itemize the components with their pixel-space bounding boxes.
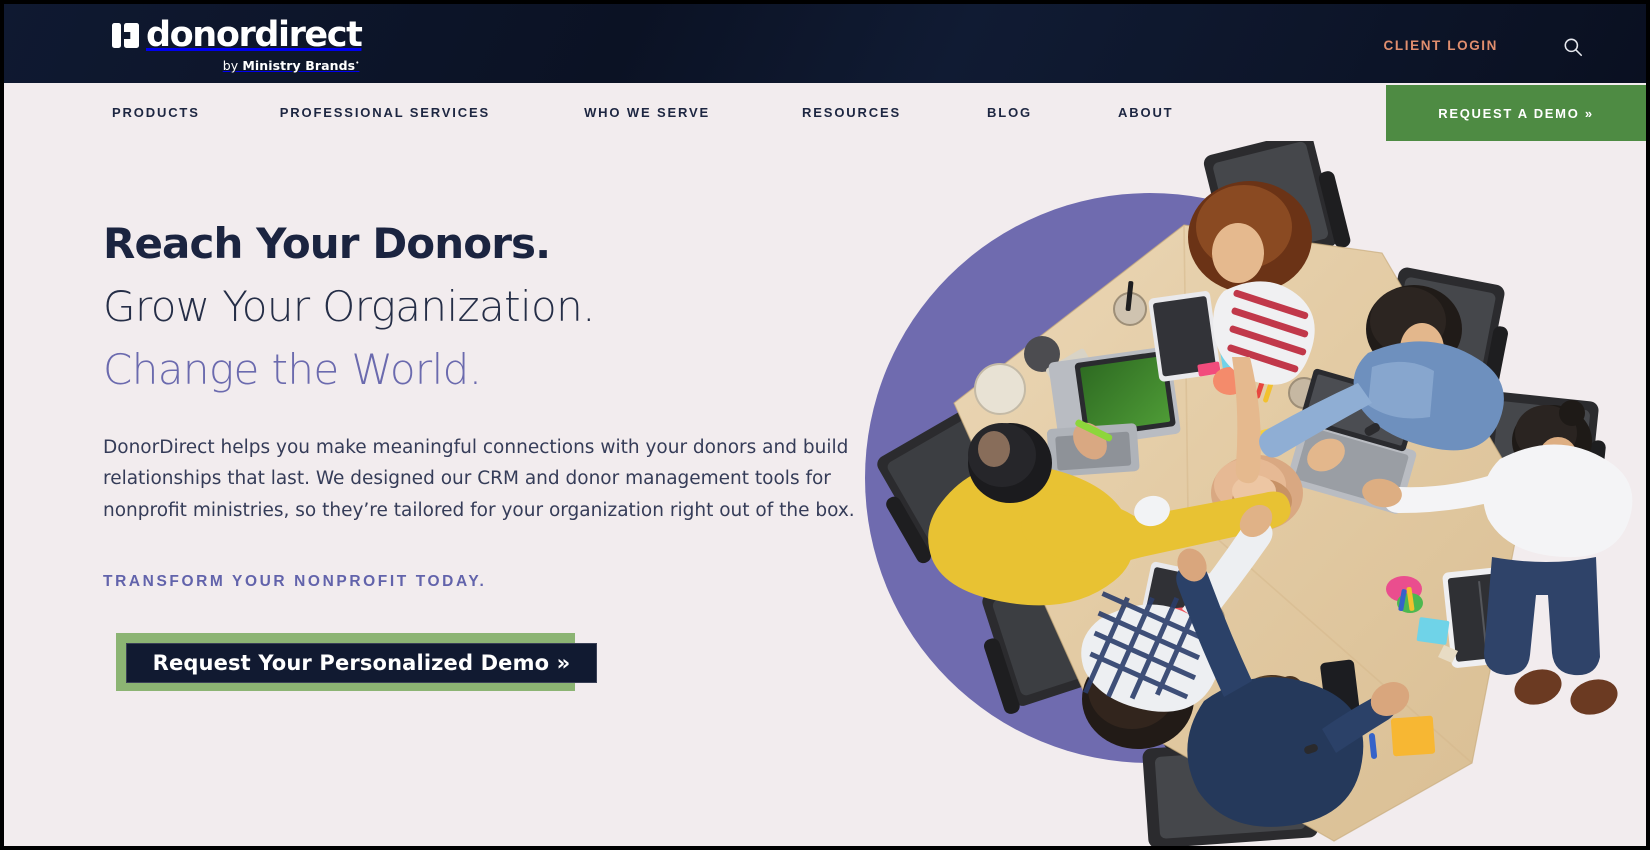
hero-headline: Reach Your Donors. Grow Your Organizatio…	[103, 220, 883, 394]
hero-eyebrow: TRANSFORM YOUR NONPROFIT TODAY.	[103, 573, 487, 591]
brand-tagline-name: Ministry Brands	[242, 58, 356, 73]
search-icon	[1564, 38, 1583, 57]
nav-item-professional-services[interactable]: PROFESSIONAL SERVICES	[280, 105, 490, 120]
hero-paragraph: DonorDirect helps you make meaningful co…	[103, 436, 855, 522]
hero-section: Reach Your Donors. Grow Your Organizatio…	[4, 141, 1646, 846]
nav-item-about[interactable]: ABOUT	[1118, 105, 1173, 120]
hero-headline-line-2: Grow Your Organization.	[103, 281, 596, 331]
brand-logo-row: donordirect	[112, 15, 363, 55]
trademark-mark: •	[355, 58, 360, 67]
brand-tagline: by Ministry Brands•	[223, 58, 362, 73]
nav-item-who-we-serve[interactable]: WHO WE SERVE	[584, 105, 710, 120]
hero-artwork	[852, 141, 1646, 846]
team-collaboration-illustration	[877, 141, 1633, 846]
request-demo-header-button[interactable]: REQUEST A DEMO »	[1386, 85, 1646, 142]
nav-item-resources[interactable]: RESOURCES	[802, 105, 901, 120]
page-root: donordirect by Ministry Brands• CLIENT L…	[0, 0, 1650, 850]
request-personalized-demo-button[interactable]: Request Your Personalized Demo »	[126, 643, 597, 684]
hero-cta-wrapper: Request Your Personalized Demo »	[103, 633, 603, 701]
hero-copy: Reach Your Donors. Grow Your Organizatio…	[103, 220, 883, 701]
brand-logo[interactable]: donordirect by Ministry Brands•	[112, 15, 363, 73]
main-navigation: PRODUCTS PROFESSIONAL SERVICES WHO WE SE…	[4, 83, 1646, 142]
brand-tagline-prefix: by	[222, 58, 243, 73]
hero-headline-line-3: Change the World.	[103, 344, 482, 394]
cross-blocks-icon	[112, 22, 139, 49]
team-members	[928, 181, 1633, 827]
top-bar: donordirect by Ministry Brands• CLIENT L…	[4, 4, 1646, 83]
nav-item-list: PRODUCTS PROFESSIONAL SERVICES WHO WE SE…	[112, 83, 1173, 141]
client-login-link[interactable]: CLIENT LOGIN	[1384, 38, 1498, 53]
brand-wordmark: donordirect	[146, 15, 363, 55]
search-button[interactable]	[1558, 32, 1588, 62]
nav-item-products[interactable]: PRODUCTS	[112, 105, 200, 120]
nav-item-blog[interactable]: BLOG	[987, 105, 1032, 120]
hero-headline-line-1: Reach Your Donors.	[103, 219, 551, 268]
